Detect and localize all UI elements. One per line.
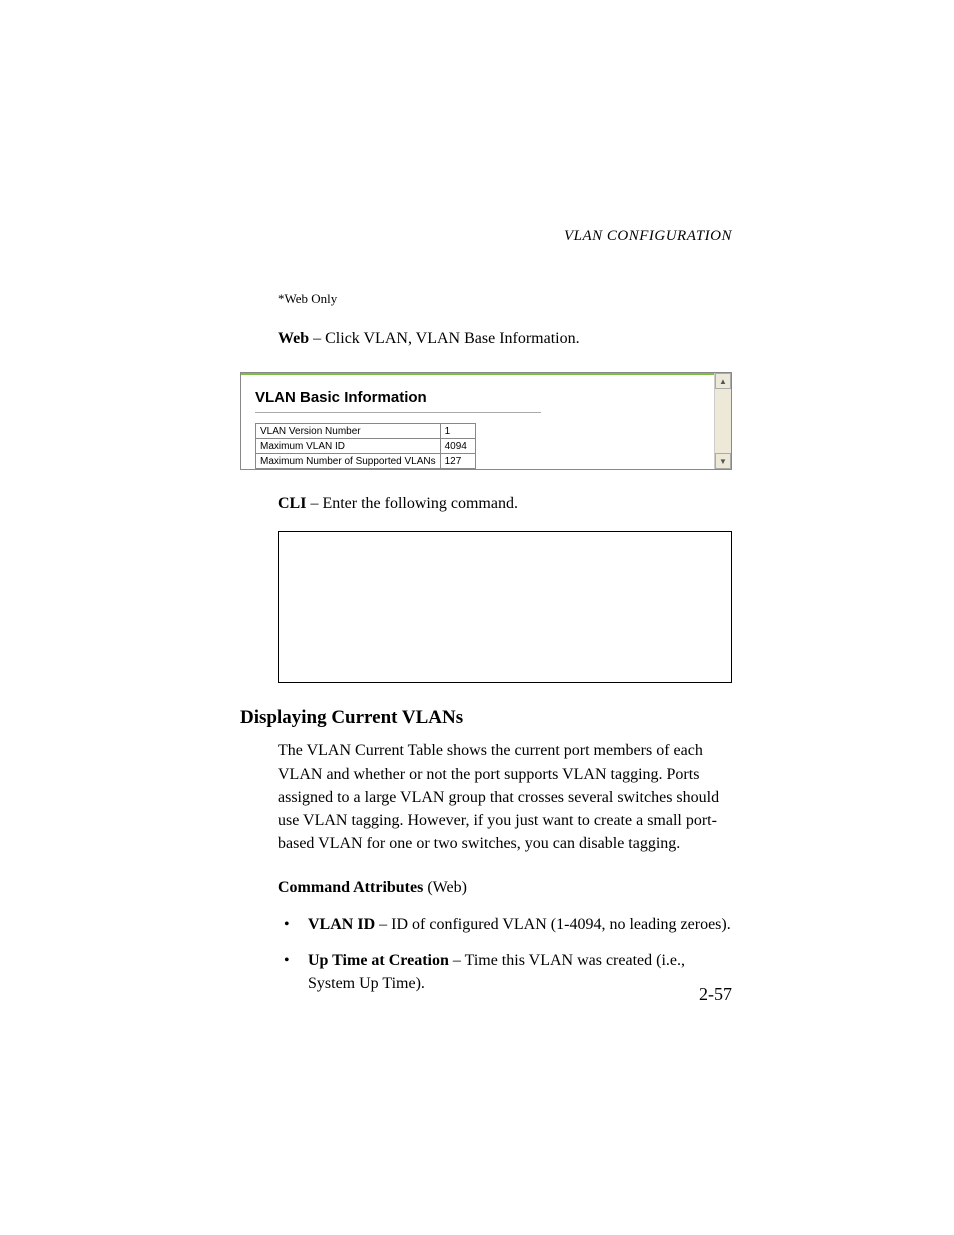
page-content: VLAN CONFIGURATION *Web Only Web – Click… — [0, 0, 954, 995]
bullet-term: Up Time at Creation — [308, 952, 449, 969]
cli-code-box — [278, 531, 732, 683]
row-value: 1 — [440, 424, 475, 439]
chevron-down-icon: ▼ — [719, 457, 727, 466]
command-attr-paren: (Web) — [423, 879, 467, 896]
table-row: Maximum VLAN ID 4094 — [256, 439, 476, 454]
command-attributes-heading: Command Attributes (Web) — [278, 879, 732, 897]
command-attr-bold: Command Attributes — [278, 879, 423, 896]
vlan-basic-info-figure: VLAN Basic Information VLAN Version Numb… — [240, 372, 732, 470]
cli-label: CLI — [278, 495, 306, 512]
row-label: Maximum VLAN ID — [256, 439, 441, 454]
cli-instruction: CLI – Enter the following command. — [278, 492, 732, 515]
header-text: VLAN CONFIGURATION — [564, 228, 732, 244]
table-row: VLAN Version Number 1 — [256, 424, 476, 439]
scrollbar-track[interactable]: ▲ ▼ — [714, 373, 731, 469]
table-row: Maximum Number of Supported VLANs 127 — [256, 454, 476, 469]
list-item: VLAN ID – ID of configured VLAN (1-4094,… — [278, 913, 732, 936]
running-header: VLAN CONFIGURATION — [240, 228, 732, 245]
web-label: Web — [278, 330, 309, 347]
row-label: VLAN Version Number — [256, 424, 441, 439]
chevron-up-icon: ▲ — [719, 377, 727, 386]
bullet-term: VLAN ID — [308, 916, 375, 933]
page-number: 2-57 — [699, 984, 732, 1005]
bullet-list: VLAN ID – ID of configured VLAN (1-4094,… — [278, 913, 732, 995]
web-instruction: Web – Click VLAN, VLAN Base Information. — [278, 327, 732, 350]
section-paragraph: The VLAN Current Table shows the current… — [278, 739, 732, 855]
figure-title: VLAN Basic Information — [255, 389, 717, 406]
scroll-up-button[interactable]: ▲ — [715, 373, 731, 389]
cli-text: – Enter the following command. — [306, 495, 518, 512]
list-item: Up Time at Creation – Time this VLAN was… — [278, 949, 732, 995]
figure-top-border — [241, 373, 731, 375]
footnote-web-only: *Web Only — [278, 291, 732, 307]
figure-divider — [255, 412, 541, 413]
row-value: 127 — [440, 454, 475, 469]
section-heading: Displaying Current VLANs — [240, 707, 732, 729]
scroll-down-button[interactable]: ▼ — [715, 453, 731, 469]
web-text: – Click VLAN, VLAN Base Information. — [309, 330, 579, 347]
bullet-text: – ID of configured VLAN (1-4094, no lead… — [375, 916, 731, 933]
figure-inner: VLAN Basic Information VLAN Version Numb… — [241, 373, 731, 470]
row-label: Maximum Number of Supported VLANs — [256, 454, 441, 469]
vlan-info-table: VLAN Version Number 1 Maximum VLAN ID 40… — [255, 423, 476, 469]
row-value: 4094 — [440, 439, 475, 454]
